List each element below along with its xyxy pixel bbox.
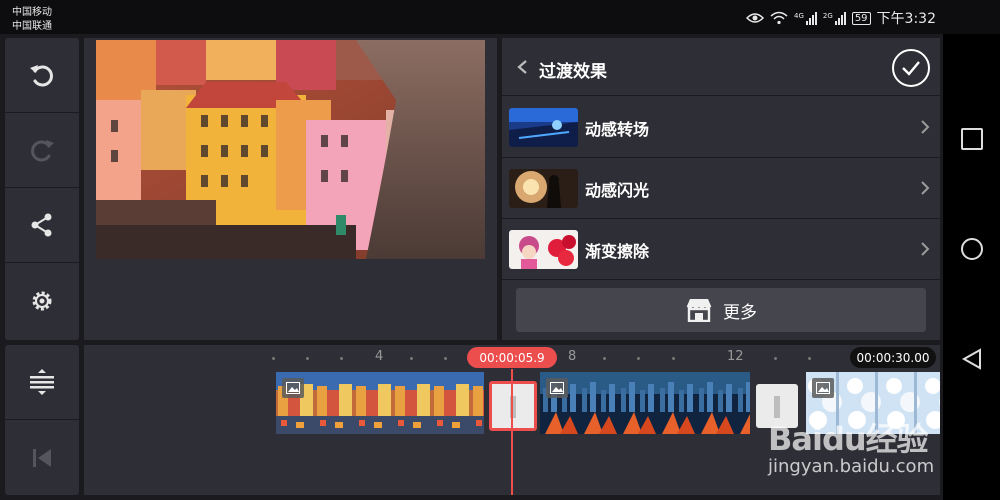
watermark: Baidu经验 jingyan.baidu.com — [768, 414, 948, 477]
network-type: 2G — [822, 11, 833, 20]
ruler-tick — [410, 357, 413, 360]
thumbnail-image — [509, 169, 578, 208]
back-icon[interactable] — [961, 348, 983, 370]
transition-thumbnail — [509, 108, 578, 147]
battery-level: 59 — [851, 11, 871, 25]
cell-signal-icon: 4G — [794, 11, 817, 25]
image-clip-badge — [812, 378, 834, 398]
transition-label: 动感闪光 — [585, 181, 650, 200]
eye-comfort-icon — [746, 13, 765, 23]
ruler-tick — [808, 357, 811, 360]
preview-frame-image — [96, 40, 485, 259]
transition-marker-selected[interactable] — [489, 381, 537, 431]
undo-icon — [30, 65, 53, 87]
wifi-icon — [770, 11, 788, 25]
playhead[interactable] — [511, 369, 513, 495]
thumbnail-image — [509, 108, 578, 147]
network-type: 4G — [794, 11, 804, 20]
ruler-label: 8 — [568, 349, 577, 364]
transition-item[interactable]: 动感闪光 — [502, 158, 940, 219]
home-icon[interactable] — [961, 238, 983, 260]
screen: 中国移动 中国联通 4G 2G 59 下午3:32 过渡效果 动感转场 动感闪光… — [0, 0, 1000, 500]
recent-apps-icon[interactable] — [961, 128, 983, 150]
transition-label: 渐变擦除 — [585, 242, 650, 261]
video-clip[interactable] — [276, 372, 484, 434]
panel-header: 过渡效果 — [502, 38, 940, 96]
transition-thumbnail — [509, 169, 578, 208]
layers-button[interactable] — [5, 345, 79, 420]
chevron-right-icon — [921, 120, 930, 134]
transition-item[interactable]: 渐变擦除 — [502, 219, 940, 280]
redo-button[interactable] — [5, 113, 79, 188]
status-bar: 中国移动 中国联通 4G 2G 59 下午3:32 — [0, 0, 1000, 34]
ruler-tick — [774, 357, 777, 360]
image-icon — [550, 382, 564, 394]
ruler-tick — [603, 357, 606, 360]
playhead-time: 00:00:05.9 — [467, 347, 557, 368]
checkmark-icon — [902, 61, 920, 76]
ruler-tick — [672, 357, 675, 360]
ruler-tick — [444, 357, 447, 360]
layers-icon — [30, 369, 54, 395]
timeline-toolbar — [5, 345, 79, 495]
preview-panel — [84, 38, 497, 340]
carrier-name: 中国移动 — [12, 7, 52, 18]
back-chevron-icon[interactable] — [516, 59, 528, 75]
clock: 下午3:32 — [876, 11, 936, 27]
ruler-tick — [306, 357, 309, 360]
share-icon — [31, 213, 52, 237]
ruler-tick — [272, 357, 275, 360]
clip-filmstrip — [540, 372, 750, 434]
clip-filmstrip — [276, 372, 484, 434]
image-clip-badge — [282, 378, 304, 398]
status-icons: 4G 2G 59 下午3:32 — [746, 8, 936, 28]
watermark-logo: Baidu经验 — [768, 420, 929, 458]
more-label: 更多 — [723, 302, 757, 323]
image-icon — [816, 382, 830, 394]
store-icon — [686, 299, 712, 322]
ruler-label: 4 — [375, 349, 384, 364]
thumbnail-image — [509, 230, 578, 269]
chevron-right-icon — [921, 242, 930, 256]
total-duration: 00:00:30.00 — [850, 347, 936, 368]
undo-button[interactable] — [5, 38, 79, 113]
watermark-url: jingyan.baidu.com — [768, 456, 935, 477]
system-nav-bar — [943, 34, 1000, 500]
panel-title: 过渡效果 — [539, 62, 607, 82]
chevron-right-icon — [921, 181, 930, 195]
side-toolbar — [5, 38, 79, 340]
settings-icon — [32, 291, 52, 310]
ruler-tick — [637, 357, 640, 360]
skip-to-start-button[interactable] — [5, 420, 79, 495]
transition-thumbnail — [509, 230, 578, 269]
transition-effects-panel: 过渡效果 动感转场 动感闪光 渐变擦除 更多 — [502, 38, 940, 340]
video-clip[interactable] — [540, 372, 750, 434]
skip-to-start-icon — [33, 448, 51, 467]
share-button[interactable] — [5, 188, 79, 263]
more-button[interactable]: 更多 — [516, 288, 926, 332]
video-preview[interactable] — [96, 40, 485, 259]
transition-label: 动感转场 — [585, 120, 650, 139]
confirm-button[interactable] — [892, 49, 930, 87]
image-clip-badge — [546, 378, 568, 398]
ruler-tick — [340, 357, 343, 360]
redo-icon — [31, 140, 54, 162]
settings-button[interactable] — [5, 263, 79, 338]
image-icon — [286, 382, 300, 394]
ruler-label: 12 — [727, 349, 744, 364]
carrier-name: 中国联通 — [12, 21, 52, 32]
transition-item[interactable]: 动感转场 — [502, 97, 940, 158]
cell-signal-icon: 2G — [822, 11, 846, 25]
